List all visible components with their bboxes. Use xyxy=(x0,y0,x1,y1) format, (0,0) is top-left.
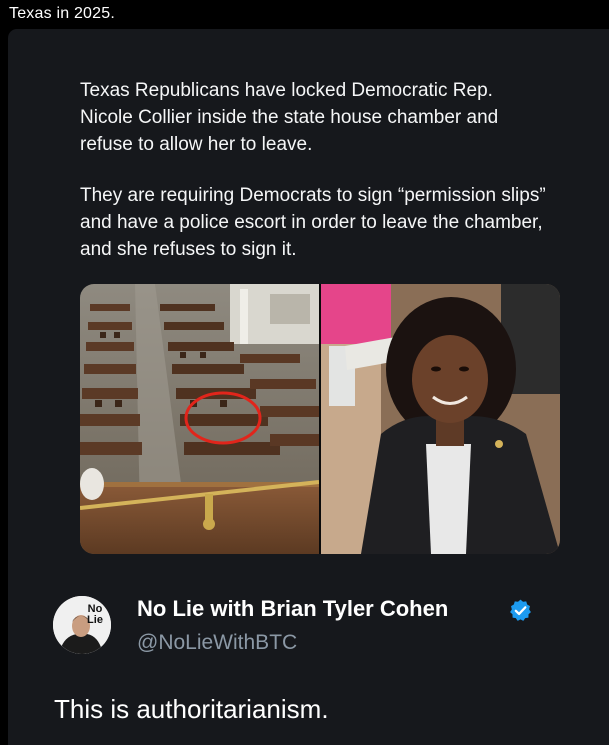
house-chamber-photo[interactable] xyxy=(80,284,319,554)
portrait-photo[interactable] xyxy=(321,284,560,554)
verified-badge-icon xyxy=(510,599,531,621)
quote-text: This is authoritarianism. xyxy=(54,694,329,724)
post-paragraph-2: They are requiring Democrats to sign “pe… xyxy=(80,185,546,260)
author-name[interactable]: No Lie with Brian Tyler Cohen xyxy=(137,596,448,622)
post-paragraph-1: Texas Republicans have locked Democratic… xyxy=(80,80,499,155)
avatar-text-lie: Lie xyxy=(87,614,103,626)
author-handle[interactable]: @NoLieWithBTC xyxy=(137,631,297,655)
media-grid[interactable] xyxy=(80,284,560,554)
caption-text: Texas in 2025. xyxy=(9,5,115,22)
quoted-author-row[interactable]: No Lie No Lie with Brian Tyler Cohen @No… xyxy=(53,594,573,664)
post-card[interactable]: Texas Republicans have locked Democratic… xyxy=(8,29,609,745)
post-body: Texas Republicans have locked Democratic… xyxy=(80,77,550,263)
avatar[interactable]: No Lie xyxy=(53,596,111,654)
avatar-image: No Lie xyxy=(53,596,111,654)
